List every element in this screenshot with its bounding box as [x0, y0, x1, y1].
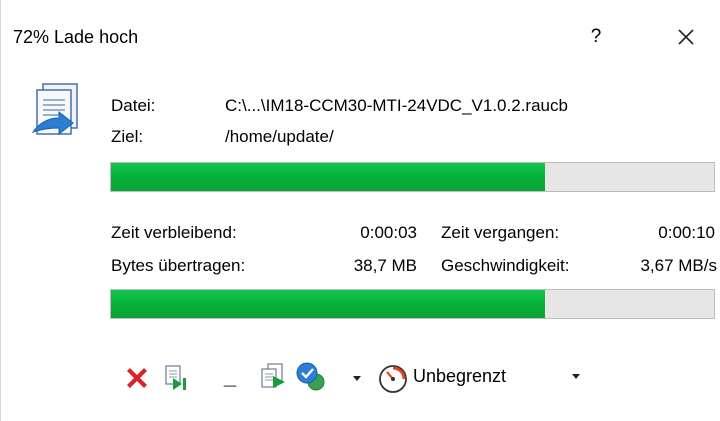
file-progress-bar: [110, 162, 715, 192]
target-label: Ziel:: [111, 127, 144, 146]
queue-button[interactable]: [258, 362, 290, 394]
speedometer-icon: [379, 365, 407, 393]
close-icon: [678, 29, 694, 45]
speed-value: 3,67 MB/s: [640, 256, 717, 275]
cancel-button[interactable]: [122, 363, 152, 393]
total-progress-fill: [111, 290, 546, 318]
speed-limit-label[interactable]: Unbegrenzt: [413, 366, 506, 387]
file-path: C:\...\IM18-CCM30-MTI-24VDC_V1.0.2.raucb: [225, 96, 568, 115]
on-completion-dropdown-icon[interactable]: [353, 376, 361, 381]
title-bar: 72% Lade hoch ?: [1, 0, 720, 68]
skip-button[interactable]: [163, 363, 191, 393]
time-remaining-value: 0:00:03: [360, 223, 417, 242]
speed-limit-icon-button[interactable]: [377, 363, 409, 395]
time-remaining-label: Zeit verbleibend:: [111, 223, 237, 242]
time-elapsed-label: Zeit vergangen:: [441, 223, 560, 242]
total-progress-bar: [110, 289, 715, 319]
copy-queue-icon: [261, 363, 285, 388]
minimize-button[interactable]: _: [219, 362, 241, 392]
bytes-transferred-value: 38,7 MB: [353, 256, 417, 275]
speed-label: Geschwindigkeit:: [441, 256, 570, 275]
file-upload-icon: [31, 83, 78, 136]
skip-file-icon: [165, 365, 186, 390]
speed-limit-dropdown-icon[interactable]: [572, 374, 580, 379]
checkmark-gears-icon: [296, 362, 325, 391]
bytes-transferred-label: Bytes übertragen:: [111, 256, 246, 275]
upload-dialog: 72% Lade hoch ? Datei: C:\...\IM18-CCM30…: [0, 0, 720, 421]
window-title: 72% Lade hoch: [13, 27, 139, 47]
help-button[interactable]: ?: [581, 22, 611, 52]
time-elapsed-value: 0:00:10: [658, 223, 715, 242]
file-progress-fill: [111, 163, 546, 191]
on-completion-button[interactable]: [294, 360, 328, 394]
cancel-icon: [127, 368, 147, 388]
close-button[interactable]: [669, 22, 703, 52]
target-path: /home/update/: [225, 127, 334, 146]
file-label: Datei:: [111, 96, 156, 115]
